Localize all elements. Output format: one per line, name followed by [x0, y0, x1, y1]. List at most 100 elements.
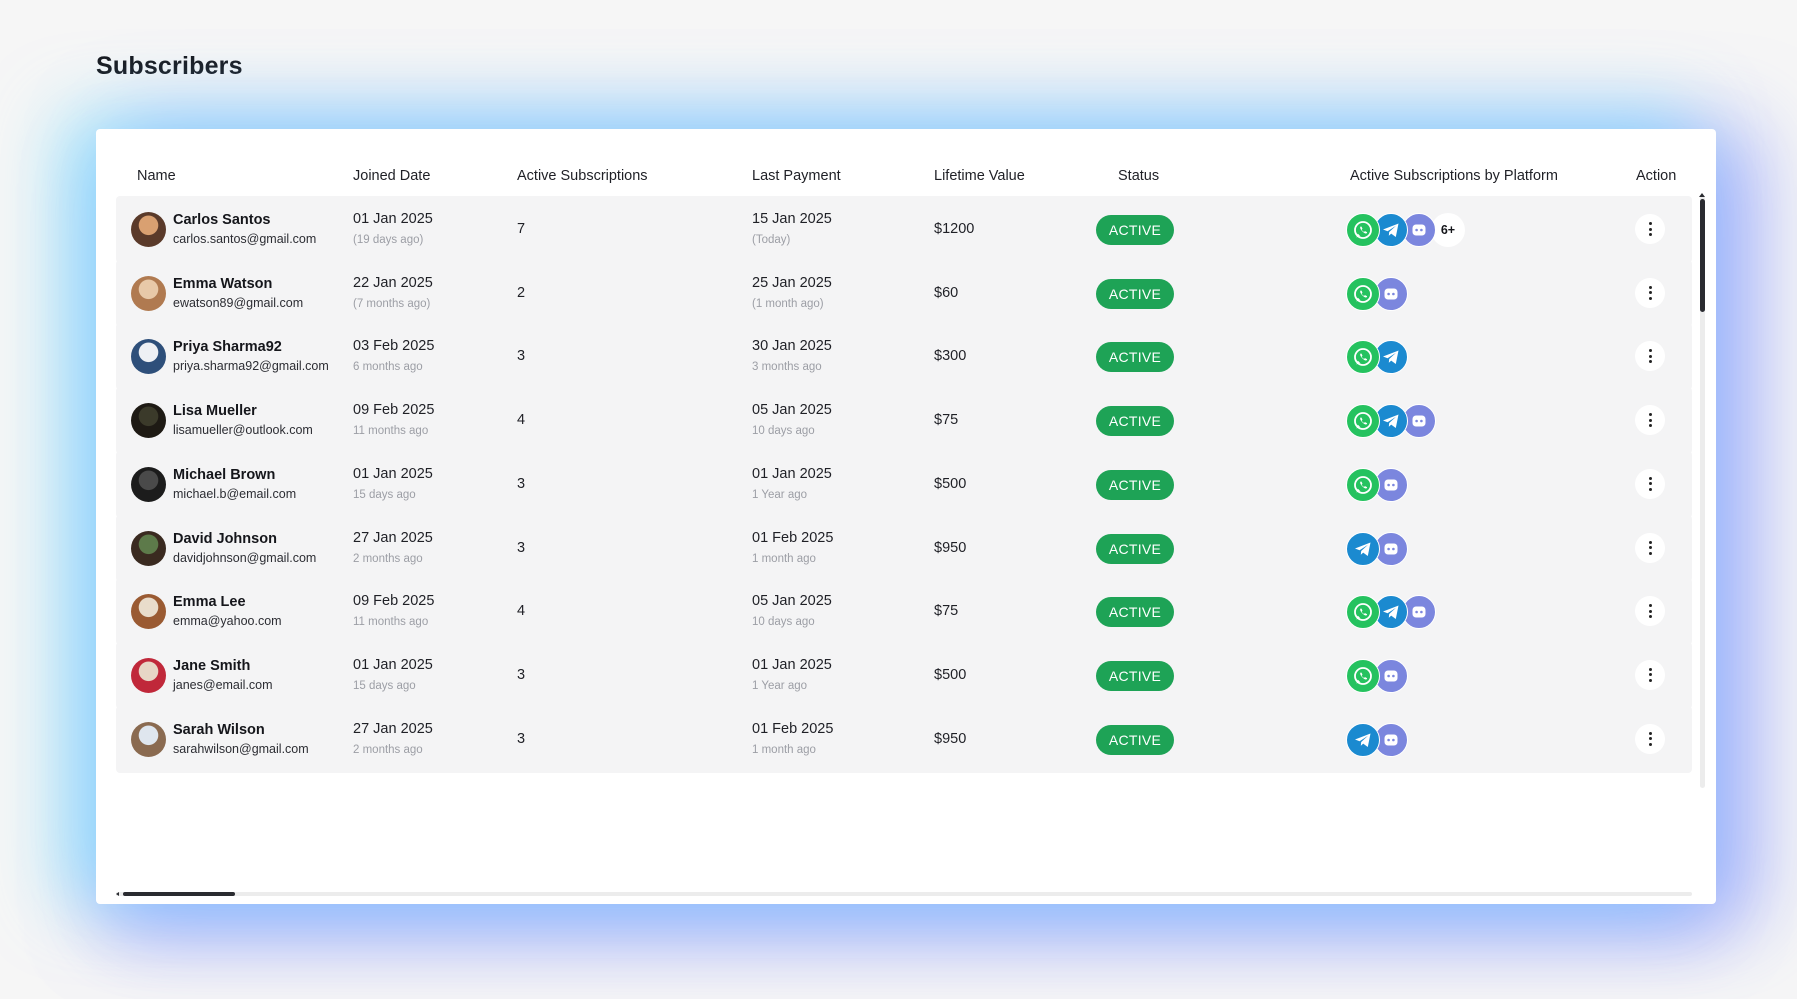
avatar — [131, 275, 166, 311]
more-vertical-icon — [1635, 214, 1665, 244]
table-row[interactable]: Carlos Santos carlos.santos@gmail.com 01 J… — [116, 196, 1692, 263]
subscriber-name[interactable]: Jane Smith — [173, 658, 250, 674]
active-subscriptions-count: 3 — [517, 730, 526, 747]
joined-date: 01 Jan 2025 — [353, 656, 433, 673]
row-actions-button[interactable] — [1635, 723, 1665, 754]
header-platforms[interactable]: Active Subscriptions by Platform — [1350, 168, 1558, 184]
lifetime-value: $950 — [934, 539, 967, 556]
active-subscriptions-count: 3 — [517, 539, 526, 556]
status-badge: ACTIVE — [1096, 533, 1174, 564]
joined-date: 27 Jan 2025 — [353, 529, 433, 546]
last-payment-relative: 10 days ago — [752, 425, 815, 438]
telegram-icon[interactable] — [1346, 722, 1380, 757]
table-row[interactable]: Emma Lee emma@yahoo.com 09 Feb 2025 11 mont… — [116, 578, 1692, 646]
more-platforms-badge[interactable]: 6+ — [1431, 213, 1465, 247]
table-row[interactable]: Lisa Mueller lisamueller@outlook.com 09 Fe… — [116, 387, 1692, 455]
joined-relative: 6 months ago — [353, 361, 423, 374]
whatsapp-icon[interactable] — [1346, 340, 1380, 375]
subscriber-name[interactable]: Carlos Santos — [173, 212, 271, 228]
whatsapp-icon[interactable] — [1346, 467, 1380, 502]
row-actions-button[interactable] — [1635, 659, 1665, 690]
joined-date: 01 Jan 2025 — [353, 465, 433, 482]
more-vertical-icon — [1635, 724, 1665, 754]
subscriber-name[interactable]: David Johnson — [173, 531, 277, 547]
more-vertical-icon — [1635, 596, 1665, 626]
joined-relative: 2 months ago — [353, 552, 423, 565]
last-payment-relative: 1 Year ago — [752, 488, 808, 501]
scroll-left-arrow-icon[interactable] — [116, 892, 119, 896]
row-actions-button[interactable] — [1635, 214, 1665, 244]
lifetime-value: $75 — [934, 412, 959, 429]
more-vertical-icon — [1635, 660, 1665, 690]
last-payment-date: 05 Jan 2025 — [752, 402, 832, 419]
more-vertical-icon — [1635, 533, 1665, 563]
avatar — [131, 657, 166, 693]
lifetime-value: $300 — [934, 348, 967, 365]
status-badge: ACTIVE — [1096, 724, 1174, 755]
whatsapp-icon[interactable] — [1346, 658, 1380, 693]
avatar — [131, 212, 166, 247]
header-active-subscriptions[interactable]: Active Subscriptions — [517, 168, 648, 184]
vertical-scrollbar-thumb[interactable] — [1700, 199, 1705, 312]
active-subscriptions-count: 2 — [517, 284, 526, 301]
lifetime-value: $500 — [934, 475, 967, 492]
subscriber-email: ewatson89@gmail.com — [173, 295, 304, 310]
horizontal-scrollbar-track[interactable] — [116, 892, 1692, 896]
active-subscriptions-count: 3 — [517, 348, 526, 365]
lifetime-value: $75 — [934, 603, 959, 620]
whatsapp-icon[interactable] — [1346, 276, 1380, 311]
whatsapp-icon[interactable] — [1346, 213, 1380, 247]
table-row[interactable]: Sarah Wilson sarahwilson@gmail.com 27 Jan … — [116, 705, 1692, 773]
table-row[interactable]: Michael Brown michael.b@email.com 01 Jan 2… — [116, 450, 1692, 518]
avatar — [131, 339, 166, 375]
avatar — [131, 466, 166, 502]
status-badge: ACTIVE — [1096, 660, 1174, 691]
joined-relative: 2 months ago — [353, 743, 423, 756]
subscriber-email: janes@email.com — [173, 677, 273, 692]
last-payment-date: 01 Feb 2025 — [752, 529, 834, 546]
subscriber-email: sarahwilson@gmail.com — [173, 741, 309, 756]
subscriber-name[interactable]: Lisa Mueller — [173, 403, 257, 419]
header-lifetime-value[interactable]: Lifetime Value — [934, 168, 1025, 184]
table-row[interactable]: Priya Sharma92 priya.sharma92@gmail.com 03… — [116, 323, 1692, 391]
subscriber-name[interactable]: Emma Lee — [173, 594, 246, 610]
table-row[interactable]: David Johnson davidjohnson@gmail.com 27 Ja… — [116, 514, 1692, 582]
subscriber-email: priya.sharma92@gmail.com — [173, 359, 329, 374]
row-actions-button[interactable] — [1635, 341, 1665, 372]
row-actions-button[interactable] — [1635, 405, 1665, 436]
whatsapp-icon[interactable] — [1346, 595, 1380, 630]
joined-relative: 11 months ago — [353, 425, 429, 438]
active-subscriptions-count: 3 — [517, 475, 526, 492]
header-last-payment[interactable]: Last Payment — [752, 168, 841, 184]
subscriber-name[interactable]: Emma Watson — [173, 276, 272, 292]
table-row[interactable]: Emma Watson ewatson89@gmail.com 22 Jan 202… — [116, 259, 1692, 327]
joined-date: 09 Feb 2025 — [353, 593, 435, 610]
header-action[interactable]: Action — [1636, 168, 1676, 184]
avatar — [131, 530, 166, 566]
subscriber-name[interactable]: Michael Brown — [173, 467, 275, 483]
scroll-up-arrow-icon[interactable] — [1699, 193, 1705, 197]
last-payment-date: 05 Jan 2025 — [752, 593, 832, 610]
last-payment-date: 30 Jan 2025 — [752, 338, 832, 355]
status-badge: ACTIVE — [1096, 215, 1174, 245]
joined-date: 03 Feb 2025 — [353, 338, 435, 355]
joined-date: 01 Jan 2025 — [353, 211, 433, 227]
whatsapp-icon[interactable] — [1346, 404, 1380, 439]
header-name[interactable]: Name — [137, 168, 176, 184]
header-joined-date[interactable]: Joined Date — [353, 168, 430, 184]
subscriber-name[interactable]: Sarah Wilson — [173, 722, 265, 738]
row-actions-button[interactable] — [1635, 532, 1665, 563]
row-actions-button[interactable] — [1635, 277, 1665, 308]
horizontal-scrollbar-thumb[interactable] — [123, 892, 235, 896]
row-actions-button[interactable] — [1635, 596, 1665, 627]
avatar — [131, 594, 166, 630]
row-actions-button[interactable] — [1635, 468, 1665, 499]
joined-relative: (7 months ago) — [353, 297, 431, 310]
table-row[interactable]: Jane Smith janes@email.com 01 Jan 2025 15 d… — [116, 641, 1692, 709]
status-badge: ACTIVE — [1096, 597, 1174, 628]
telegram-icon[interactable] — [1346, 531, 1380, 566]
header-status[interactable]: Status — [1118, 168, 1159, 184]
avatar — [131, 721, 166, 757]
joined-relative: 15 days ago — [353, 488, 416, 501]
subscriber-name[interactable]: Priya Sharma92 — [173, 339, 282, 355]
